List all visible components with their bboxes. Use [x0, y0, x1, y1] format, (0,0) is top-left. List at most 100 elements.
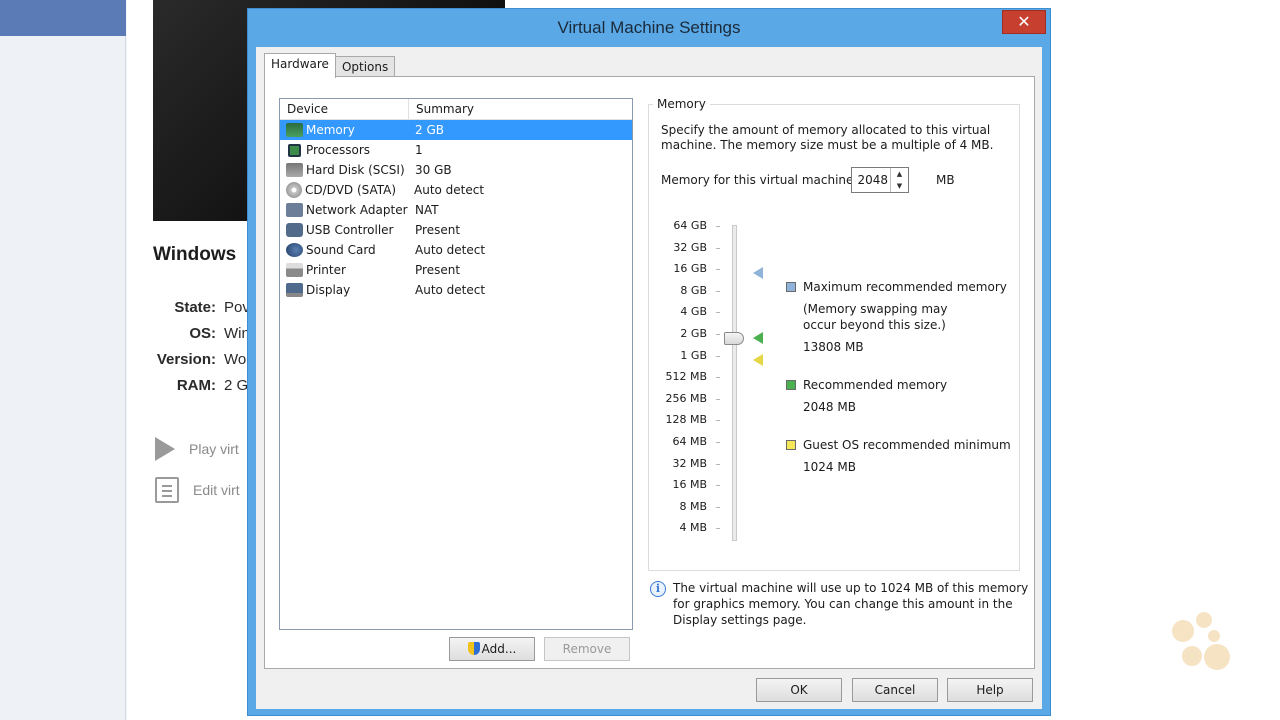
- usb-icon: [286, 223, 303, 237]
- memory-scale-tick: [716, 528, 720, 530]
- library-pane: [0, 0, 126, 720]
- device-row-printer[interactable]: Printer Present: [280, 260, 632, 280]
- memory-unit: MB: [936, 173, 955, 187]
- memory-icon: [286, 123, 303, 137]
- edit-vm-label: Edit virt: [193, 482, 240, 498]
- device-row-cd-dvd[interactable]: CD/DVD (SATA) Auto detect: [280, 180, 632, 200]
- add-button-label: Add...: [481, 642, 517, 656]
- tab-options[interactable]: Options: [334, 56, 396, 78]
- close-button[interactable]: ✕: [1002, 10, 1046, 34]
- legend-yellow-square-icon: [786, 440, 796, 450]
- device-row-usb-controller[interactable]: USB Controller Present: [280, 220, 632, 240]
- device-name: CD/DVD (SATA): [305, 183, 397, 197]
- play-vm-link[interactable]: Play virt: [155, 437, 239, 461]
- device-row-memory[interactable]: Memory 2 GB: [280, 120, 632, 140]
- legend-recommended: Recommended memory 2048 MB: [786, 377, 948, 415]
- dialog-title: Virtual Machine Settings: [557, 18, 741, 37]
- device-summary: 2 GB: [415, 123, 444, 137]
- memory-scale-label: 2 GB: [680, 327, 707, 340]
- memory-scale-label: 128 MB: [665, 413, 707, 427]
- memory-scale-tick: [716, 506, 720, 508]
- device-name: Hard Disk (SCSI): [306, 163, 405, 177]
- legend-value: 1024 MB: [803, 460, 856, 474]
- memory-scale-tick: [716, 420, 720, 422]
- memory-scale-label: 8 GB: [680, 283, 707, 297]
- tab-strip: Hardware Options: [264, 53, 396, 78]
- device-name: USB Controller: [306, 223, 394, 237]
- device-list[interactable]: Device Summary Memory 2 GB Processors 1 Ha…: [279, 98, 633, 630]
- legend-title: Maximum recommended memory: [803, 280, 1007, 294]
- legend-green-square-icon: [786, 380, 796, 390]
- watermark-logo: [1168, 612, 1232, 672]
- memory-scale-label: 64 GB: [673, 219, 707, 232]
- legend-guest-minimum: Guest OS recommended minimum 1024 MB: [786, 437, 1011, 475]
- memory-field-label: Memory for this virtual machine:: [661, 173, 858, 187]
- device-row-hard-disk[interactable]: Hard Disk (SCSI) 30 GB: [280, 160, 632, 180]
- memory-scale-label: 4 MB: [679, 521, 707, 535]
- prop-key: Version:: [156, 351, 216, 368]
- info-icon: i: [650, 581, 666, 597]
- guest-minimum-marker-icon: [753, 354, 763, 366]
- device-summary: Auto detect: [415, 283, 486, 297]
- prop-key: State:: [174, 299, 216, 316]
- memory-size-value: 2048: [857, 173, 888, 187]
- memory-scale-label: 64 MB: [672, 435, 707, 448]
- ok-button[interactable]: OK: [756, 678, 842, 702]
- memory-scale-label: 16 GB: [673, 262, 707, 276]
- memory-slider-track[interactable]: [732, 225, 737, 541]
- memory-description: Specify the amount of memory allocated t…: [661, 123, 994, 152]
- vm-title: Windows: [153, 244, 237, 265]
- help-button[interactable]: Help: [947, 678, 1033, 702]
- memory-scale-tick: [716, 398, 720, 400]
- device-row-display[interactable]: Display Auto detect: [280, 280, 632, 300]
- network-adapter-icon: [286, 203, 303, 217]
- edit-vm-link[interactable]: Edit virt: [155, 477, 240, 503]
- device-summary: Present: [415, 263, 461, 277]
- device-name: Sound Card: [306, 243, 376, 257]
- display-icon: [286, 283, 303, 297]
- legend-title: Guest OS recommended minimum: [803, 438, 1011, 452]
- memory-scale-tick: [716, 312, 720, 314]
- recommended-marker-icon: [753, 332, 763, 344]
- legend-title: Recommended memory: [803, 378, 948, 392]
- device-name: Processors: [306, 143, 371, 157]
- device-summary: Present: [415, 223, 461, 237]
- device-row-processors[interactable]: Processors 1: [280, 140, 632, 160]
- legend-value: 2048 MB: [803, 400, 856, 414]
- hardware-tab-panel: Device Summary Memory 2 GB Processors 1 Ha…: [264, 76, 1035, 669]
- memory-scale-tick: [716, 247, 720, 249]
- memory-size-input[interactable]: 2048 ▲ ▼: [851, 167, 909, 193]
- vm-settings-dialog: Virtual Machine Settings ✕ Hardware Opti…: [247, 8, 1051, 716]
- memory-scale-tick: [716, 485, 720, 487]
- cd-dvd-icon: [286, 182, 302, 198]
- prop-value: Wo: [224, 351, 247, 368]
- memory-groupbox: Memory Specify the amount of memory allo…: [648, 97, 1020, 571]
- device-name: Display: [306, 283, 351, 297]
- device-summary: 30 GB: [415, 163, 452, 177]
- memory-scale-label: 8 MB: [679, 499, 707, 513]
- cancel-button[interactable]: Cancel: [852, 678, 938, 702]
- add-device-button[interactable]: Add...: [449, 637, 535, 661]
- prop-value: Pov: [224, 299, 250, 316]
- device-row-network-adapter[interactable]: Network Adapter NAT: [280, 200, 632, 220]
- vm-os-row: OS: Win: [153, 325, 250, 342]
- column-header-device[interactable]: Device: [280, 99, 409, 119]
- legend-note: (Memory swapping may occur beyond this s…: [803, 302, 948, 332]
- column-header-summary[interactable]: Summary: [409, 99, 474, 119]
- dialog-body: Hardware Options Device Summary Memory 2 …: [256, 47, 1042, 709]
- prop-value: Win: [224, 325, 250, 342]
- memory-slider-thumb[interactable]: [724, 332, 744, 345]
- memory-scale-label: 16 MB: [672, 478, 707, 492]
- memory-scale-label: 4 GB: [680, 305, 707, 319]
- device-row-sound-card[interactable]: Sound Card Auto detect: [280, 240, 632, 260]
- memory-scale-tick: [716, 377, 720, 379]
- tab-hardware[interactable]: Hardware: [264, 53, 336, 78]
- play-vm-label: Play virt: [189, 441, 239, 457]
- edit-settings-icon: [155, 477, 179, 503]
- remove-device-button[interactable]: Remove: [544, 637, 630, 661]
- vm-state-row: State: Pov: [153, 299, 250, 316]
- printer-icon: [286, 263, 303, 277]
- spin-up-icon[interactable]: ▲: [891, 168, 908, 180]
- memory-spinner[interactable]: ▲ ▼: [890, 168, 908, 192]
- spin-down-icon[interactable]: ▼: [891, 180, 908, 192]
